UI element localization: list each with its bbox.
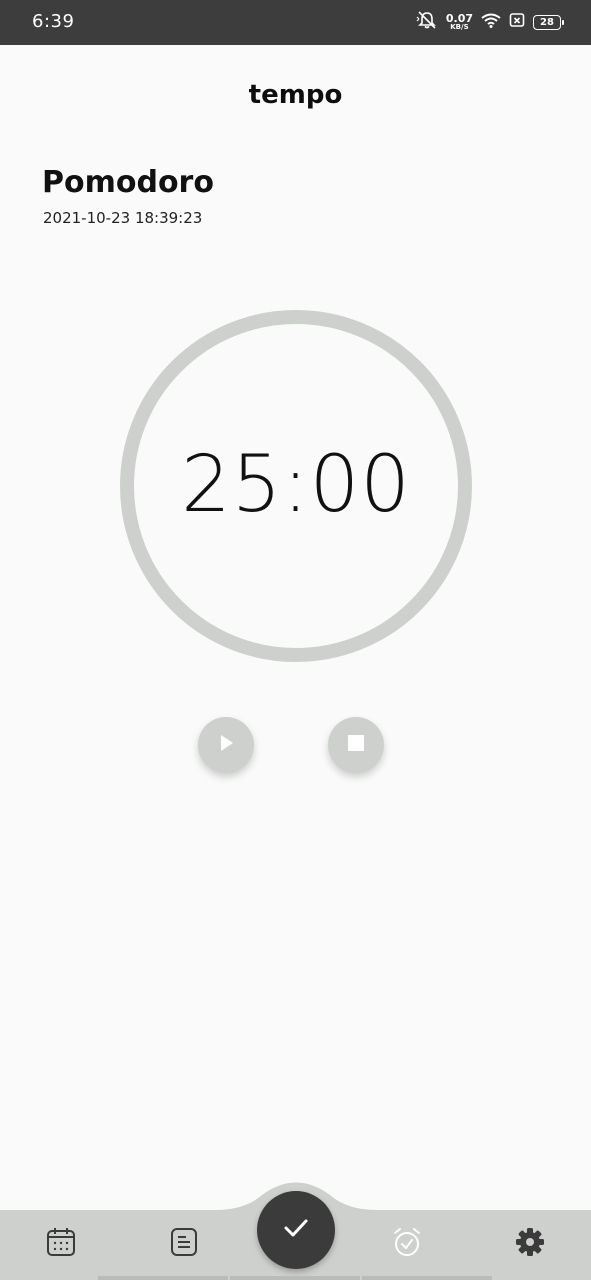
nav-indicator [230,1276,360,1280]
stop-icon [347,734,365,756]
app-title: tempo [248,80,343,110]
net-speed: 0.07 KB/S [446,13,473,31]
gear-icon [514,1226,546,1262]
nav-pomodoro[interactable] [389,1226,425,1262]
net-speed-unit: KB/S [450,23,469,31]
stop-button[interactable] [328,717,384,773]
check-icon [281,1213,311,1247]
no-sim-icon [509,12,525,32]
timer-display: 25:00 [181,440,411,530]
nav-indicator [98,1276,228,1280]
status-bar: 6:39 0.07 KB/S 28 [0,0,591,45]
alarm-check-icon [391,1226,423,1262]
complete-fab-button[interactable] [257,1191,335,1269]
play-button[interactable] [198,717,254,773]
status-icons: 0.07 KB/S 28 [416,10,564,34]
nav-calendar[interactable] [43,1226,79,1262]
play-icon [216,733,236,757]
battery-icon: 28 [533,14,564,30]
nav-notes[interactable] [166,1226,202,1262]
task-datetime: 2021-10-23 18:39:23 [43,209,203,227]
notes-icon [168,1226,200,1262]
silent-bell-icon [416,11,438,33]
status-time: 6:39 [32,11,75,32]
wifi-icon [481,12,501,32]
task-title: Pomodoro [42,165,214,200]
calendar-icon [45,1226,77,1262]
nav-settings[interactable] [512,1226,548,1262]
nav-indicator [362,1276,492,1280]
